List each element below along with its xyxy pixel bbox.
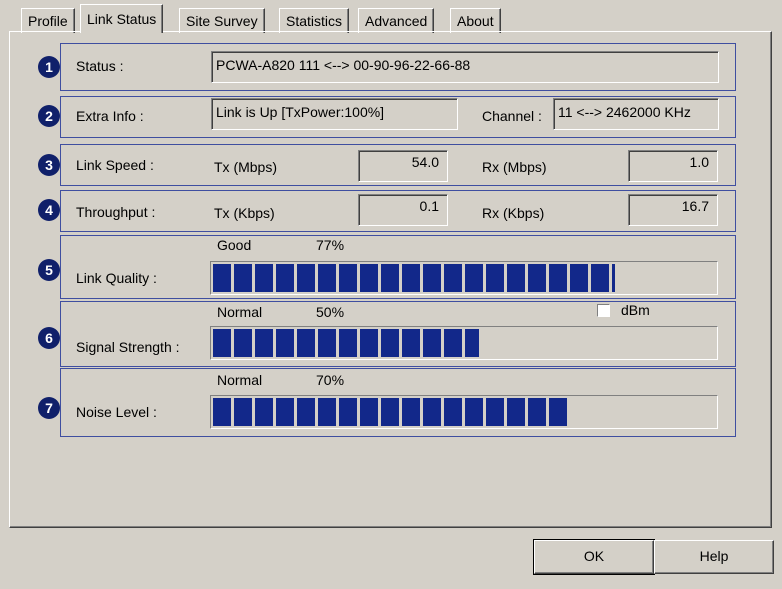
- status-value: PCWA-A820 111 <--> 00-90-96-22-66-88: [211, 51, 719, 83]
- noise-level-percent: 70%: [316, 372, 345, 388]
- throughput-label: Throughput :: [76, 204, 156, 220]
- throughput-rx-label: Rx (Kbps): [482, 205, 545, 221]
- status-label: Status :: [76, 58, 124, 74]
- link-speed-tx-value: 54.0: [358, 150, 448, 182]
- noise-level-label: Noise Level :: [76, 404, 157, 420]
- dbm-label[interactable]: dBm: [621, 302, 650, 318]
- link-speed-tx-label: Tx (Mbps): [214, 159, 277, 175]
- extra-info-number-badge: 2: [38, 105, 60, 127]
- signal-strength-percent: 50%: [316, 304, 345, 320]
- link-quality-label: Link Quality :: [76, 270, 157, 286]
- link-quality-number-badge: 5: [38, 259, 60, 281]
- noise-level-bar: [210, 395, 718, 429]
- throughput-rx-value: 16.7: [628, 194, 718, 226]
- signal-strength-number-badge: 6: [38, 327, 60, 349]
- throughput-number-badge: 4: [38, 199, 60, 221]
- link-quality-bar-fill: [213, 264, 615, 292]
- status-number-badge: 1: [38, 56, 60, 78]
- link-quality-rating: Good: [217, 237, 252, 253]
- tab-advanced[interactable]: Advanced: [358, 8, 435, 33]
- extra-info-value: Link is Up [TxPower:100%]: [211, 98, 458, 130]
- tab-profile[interactable]: Profile: [21, 8, 75, 33]
- link-quality-bar: [210, 261, 718, 295]
- noise-level-bar-fill: [213, 398, 570, 426]
- link-speed-label: Link Speed :: [76, 157, 154, 173]
- help-button[interactable]: Help: [654, 540, 774, 574]
- tab-statistics[interactable]: Statistics: [279, 8, 350, 33]
- signal-strength-label: Signal Strength :: [76, 339, 180, 355]
- tab-about[interactable]: About: [450, 8, 501, 33]
- throughput-tx-label: Tx (Kbps): [214, 205, 275, 221]
- link-speed-rx-value: 1.0: [628, 150, 718, 182]
- signal-strength-bar-fill: [213, 329, 480, 357]
- channel-label: Channel :: [482, 108, 542, 124]
- throughput-tx-value: 0.1: [358, 194, 448, 226]
- dbm-checkbox[interactable]: [597, 304, 610, 317]
- tab-site-survey[interactable]: Site Survey: [179, 8, 265, 33]
- ok-button[interactable]: OK: [533, 539, 655, 575]
- link-quality-percent: 77%: [316, 237, 345, 253]
- extra-info-label: Extra Info :: [76, 108, 144, 124]
- signal-strength-rating: Normal: [217, 304, 263, 320]
- signal-strength-bar: [210, 326, 718, 360]
- tab-link-status[interactable]: Link Status: [80, 4, 164, 33]
- noise-level-rating: Normal: [217, 372, 263, 388]
- channel-value: 11 <--> 2462000 KHz: [553, 98, 719, 130]
- link-speed-number-badge: 3: [38, 154, 60, 176]
- link-speed-rx-label: Rx (Mbps): [482, 159, 547, 175]
- noise-level-number-badge: 7: [38, 397, 60, 419]
